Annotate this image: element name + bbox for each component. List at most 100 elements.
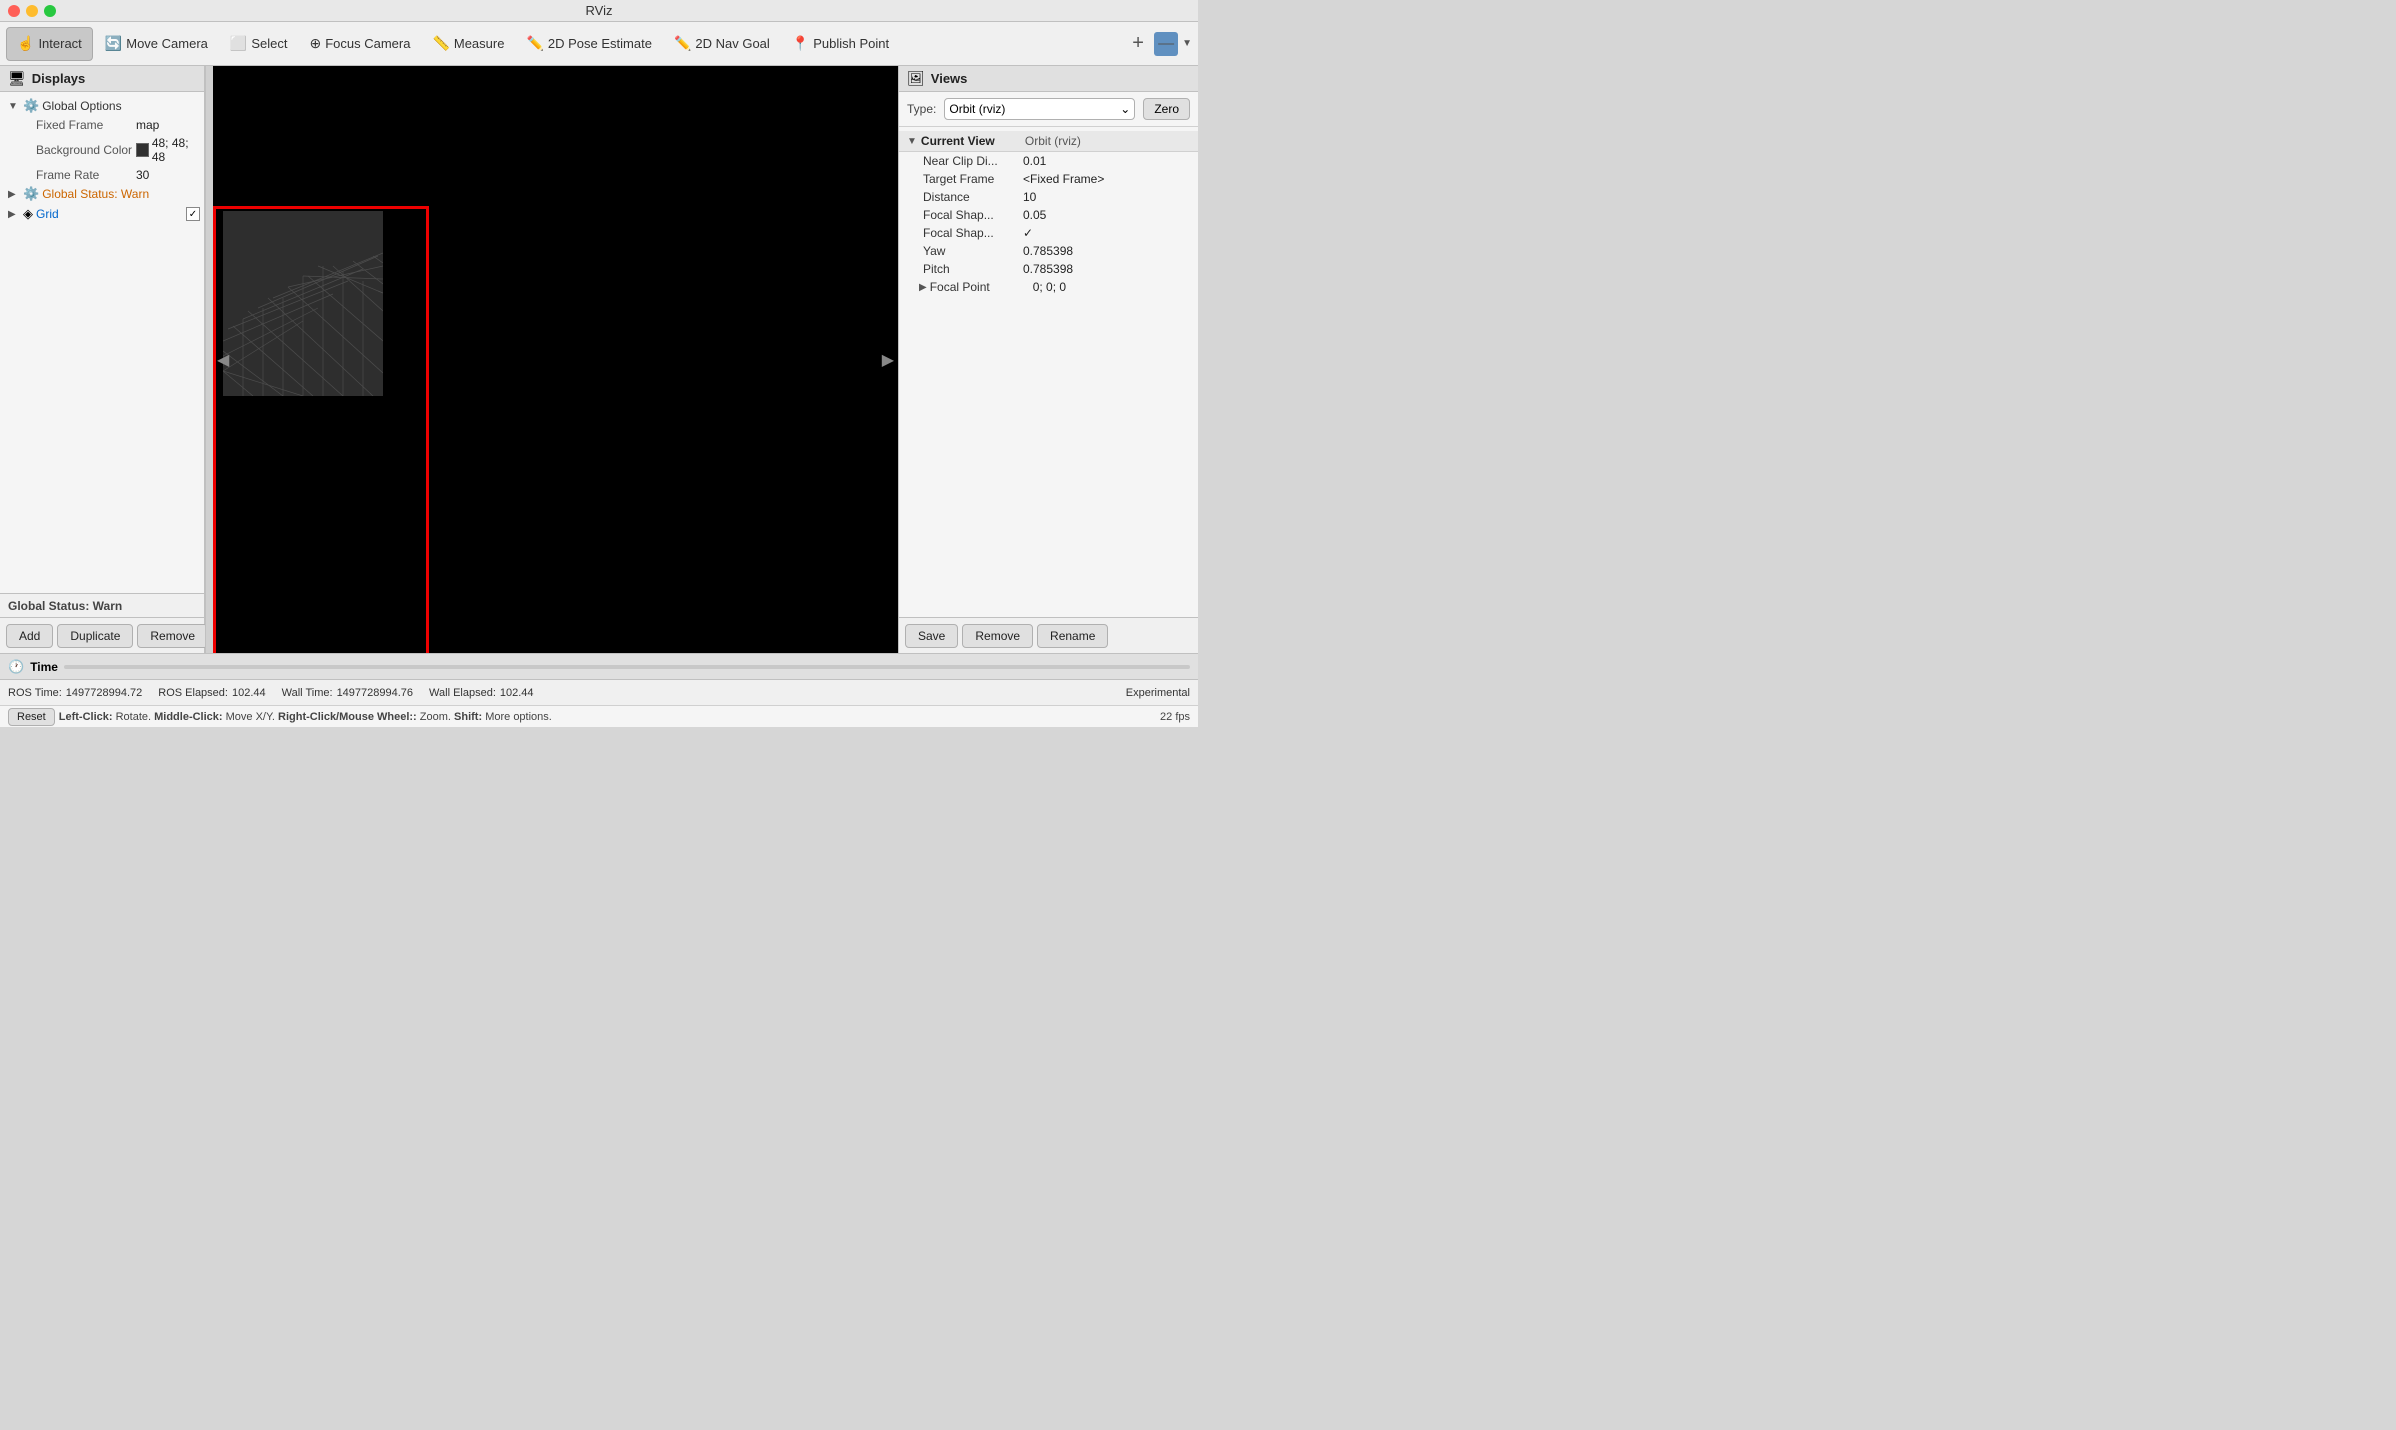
global-status-item[interactable]: ▶ ⚙️ Global Status: Warn [0, 184, 204, 204]
focus-camera-button[interactable]: ⊕ Focus Camera [299, 27, 420, 61]
displays-icon: 🖥 [8, 70, 26, 87]
wall-time-item: Wall Time: 1497728994.76 [282, 687, 413, 699]
fixed-frame-value: map [136, 118, 159, 132]
grid-arrow: ▶ [8, 209, 20, 220]
grid-item[interactable]: ▶ ◈ Grid ✓ [0, 204, 204, 224]
focal-point-value: 0; 0; 0 [1033, 280, 1066, 294]
current-view-type: Orbit (rviz) [1025, 134, 1081, 148]
remove-view-button[interactable]: Remove [962, 624, 1033, 648]
grid-visualization [223, 211, 383, 396]
fps-display: 22 fps [1160, 711, 1190, 723]
close-button[interactable] [8, 5, 20, 17]
time-bar-slider[interactable] [64, 665, 1190, 669]
pitch-value: 0.785398 [1023, 262, 1073, 276]
views-title: Views [931, 71, 968, 86]
type-select-arrow: ⌄ [1120, 102, 1130, 116]
fixed-frame-label: Fixed Frame [36, 118, 136, 132]
duplicate-button[interactable]: Duplicate [57, 624, 133, 648]
publish-point-button[interactable]: 📍 Publish Point [782, 27, 899, 61]
maximize-button[interactable] [44, 5, 56, 17]
hint-bar: Reset Left-Click: Rotate. Middle-Click: … [0, 705, 1198, 727]
global-status-icon: ⚙️ [23, 186, 39, 202]
right-panel: 🖼 Views Type: Orbit (rviz) ⌄ Zero ▼ Curr… [898, 66, 1198, 653]
grid-label: Grid [36, 207, 59, 221]
focal-shape1-value: 0.05 [1023, 208, 1046, 222]
experimental-label: Experimental [1126, 687, 1190, 699]
focal-point-arrow: ▶ [919, 282, 927, 293]
add-toolbar-button[interactable]: + [1126, 32, 1150, 56]
left-scrollbar [205, 66, 213, 653]
distance-label: Distance [923, 190, 1023, 204]
global-options-item[interactable]: ▼ ⚙️ Global Options [0, 96, 204, 116]
background-color-value: 48; 48; 48 [152, 136, 200, 164]
rename-view-button[interactable]: Rename [1037, 624, 1108, 648]
focal-shape2-value: ✓ [1023, 226, 1033, 240]
near-clip-row: Near Clip Di... 0.01 [899, 152, 1198, 170]
nav-goal-icon: ✏️ [674, 35, 691, 52]
wall-time-label: Wall Time: [282, 687, 333, 699]
interact-icon: ☝️ [17, 35, 34, 52]
views-content: ▼ Current View Orbit (rviz) Near Clip Di… [899, 127, 1198, 617]
viewport[interactable]: ◀ ▶ [213, 66, 898, 653]
yaw-row: Yaw 0.785398 [899, 242, 1198, 260]
status-bar: Global Status: Warn [0, 593, 204, 617]
target-frame-row: Target Frame <Fixed Frame> [899, 170, 1198, 188]
wall-elapsed-label: Wall Elapsed: [429, 687, 496, 699]
background-color-swatch [136, 143, 149, 157]
target-frame-value: <Fixed Frame> [1023, 172, 1104, 186]
focal-shape2-row: Focal Shap... ✓ [899, 224, 1198, 242]
nav-goal-button[interactable]: ✏️ 2D Nav Goal [664, 27, 780, 61]
pitch-row: Pitch 0.785398 [899, 260, 1198, 278]
move-camera-button[interactable]: 🔄 Move Camera [95, 27, 218, 61]
near-clip-value: 0.01 [1023, 154, 1046, 168]
type-label: Type: [907, 102, 936, 116]
viewport-arrow-left[interactable]: ◀ [217, 350, 229, 370]
current-view-header: ▼ Current View Orbit (rviz) [899, 131, 1198, 152]
hint-text: Left-Click: Rotate. Middle-Click: Move X… [59, 711, 552, 723]
distance-row: Distance 10 [899, 188, 1198, 206]
minimize-button[interactable] [26, 5, 38, 17]
publish-point-icon: 📍 [792, 35, 809, 52]
titlebar: RViz [0, 0, 1198, 22]
pose-estimate-button[interactable]: ✏️ 2D Pose Estimate [516, 27, 661, 61]
save-view-button[interactable]: Save [905, 624, 958, 648]
ros-time-value: 1497728994.72 [66, 687, 142, 699]
toolbar-dropdown-arrow[interactable]: ▼ [1182, 38, 1192, 49]
focal-shape1-row: Focal Shap... 0.05 [899, 206, 1198, 224]
toolbar: ☝️ Interact 🔄 Move Camera ⬜ Select ⊕ Foc… [0, 22, 1198, 66]
distance-value: 10 [1023, 190, 1036, 204]
wall-time-value: 1497728994.76 [337, 687, 413, 699]
wall-elapsed-value: 102.44 [500, 687, 534, 699]
pose-estimate-icon: ✏️ [526, 35, 543, 52]
displays-title: Displays [32, 71, 85, 86]
time-icon: 🕐 [8, 659, 24, 675]
remove-display-button[interactable]: Remove [137, 624, 208, 648]
window-title: RViz [586, 3, 613, 18]
grid-icon: ◈ [23, 206, 33, 222]
zero-button[interactable]: Zero [1143, 98, 1190, 120]
focal-point-label: Focal Point [930, 280, 1030, 294]
select-button[interactable]: ⬜ Select [220, 27, 298, 61]
reset-button[interactable]: Reset [8, 708, 55, 726]
measure-icon: 📏 [432, 35, 449, 52]
add-display-button[interactable]: Add [6, 624, 53, 648]
frame-rate-row: Frame Rate 30 [0, 166, 204, 184]
viewport-arrow-right[interactable]: ▶ [882, 350, 894, 370]
select-icon: ⬜ [230, 35, 247, 52]
focal-shape1-label: Focal Shap... [923, 208, 1023, 222]
fixed-frame-row: Fixed Frame map [0, 116, 204, 134]
collapse-toolbar-button[interactable]: — [1154, 32, 1178, 56]
type-select[interactable]: Orbit (rviz) ⌄ [944, 98, 1135, 120]
wall-elapsed-item: Wall Elapsed: 102.44 [429, 687, 534, 699]
interact-button[interactable]: ☝️ Interact [6, 27, 93, 61]
type-row: Type: Orbit (rviz) ⌄ Zero [899, 92, 1198, 127]
global-status-arrow: ▶ [8, 189, 20, 200]
time-bar: 🕐 Time [0, 653, 1198, 679]
move-camera-icon: 🔄 [105, 35, 122, 52]
frame-rate-value: 30 [136, 168, 149, 182]
near-clip-label: Near Clip Di... [923, 154, 1023, 168]
measure-button[interactable]: 📏 Measure [422, 27, 514, 61]
time-label: Time [30, 660, 58, 674]
grid-checkbox[interactable]: ✓ [186, 207, 200, 221]
ros-time-label: ROS Time: [8, 687, 62, 699]
